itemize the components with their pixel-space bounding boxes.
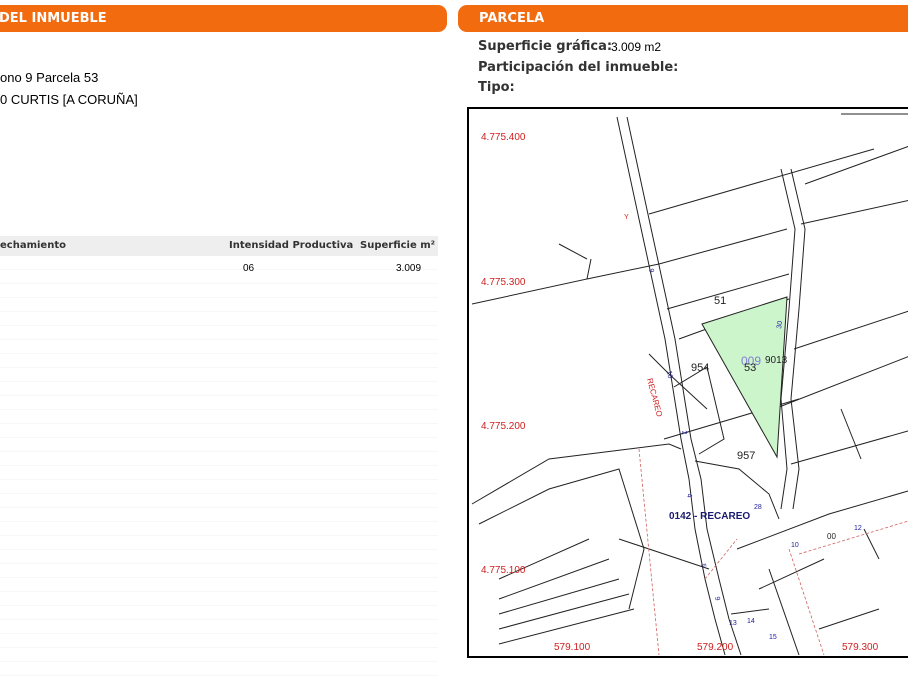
table-header: echamiento Intensidad Productiva Superfi…: [0, 236, 438, 256]
boundary: [758, 558, 825, 590]
road-marker: 9: [713, 596, 721, 601]
road-marker: 30: [776, 320, 784, 329]
boundary: [730, 608, 770, 615]
surface-label: Superficie gráfica:: [478, 39, 613, 54]
participation-label: Participación del inmueble:: [478, 60, 679, 75]
road-edge-east: [626, 116, 742, 656]
road-marker: 15: [769, 634, 777, 641]
surface-value: 3.009 m2: [611, 40, 662, 54]
boundary: [658, 228, 788, 265]
road-marker: Y: [624, 214, 629, 221]
type-label: Tipo:: [478, 80, 515, 95]
road-name-label: RECAREO: [645, 377, 664, 418]
y-coord-label: 4.775.200: [481, 421, 526, 432]
boundary: [558, 243, 588, 260]
table-body-background: [0, 256, 438, 681]
boundary: [790, 430, 908, 465]
road-marker: 9: [647, 268, 655, 273]
boundary: [768, 568, 800, 656]
road-marker: 10: [665, 370, 673, 379]
parcela-section-title: PARCELA: [479, 11, 545, 26]
boundary: [840, 408, 862, 460]
boundary: [618, 538, 710, 570]
boundary: [736, 490, 908, 550]
boundary: [800, 200, 908, 225]
road-marker: 14: [747, 618, 755, 625]
y-coord-label: 4.775.100: [481, 565, 526, 576]
boundary: [498, 593, 630, 630]
cadastral-map-svg: 4.775.400 4.775.300 4.775.200 4.775.100 …: [471, 113, 908, 656]
cultivation-table: echamiento Intensidad Productiva Superfi…: [0, 236, 438, 681]
cadastral-map[interactable]: 4.775.400 4.775.300 4.775.200 4.775.100 …: [467, 107, 908, 658]
parcel-number: 9013: [765, 355, 788, 366]
parcel-number: 53: [744, 362, 756, 374]
dashed-boundary: [788, 548, 825, 656]
dashed-boundary: [704, 538, 738, 580]
col-header-intensidad: Intensidad Productiva: [229, 240, 354, 251]
boundary: [793, 310, 908, 350]
parcel-number: 51: [714, 295, 726, 307]
boundary: [818, 608, 880, 630]
col-header-aprovechamiento: echamiento: [0, 240, 66, 251]
boundary: [471, 443, 682, 505]
x-coord-label: 579.200: [697, 642, 734, 653]
inmueble-section-header: DEL INMUEBLE: [0, 5, 447, 32]
inmueble-section-title: DEL INMUEBLE: [0, 11, 107, 26]
road-marker: 12: [854, 525, 862, 532]
location-line-2: 0 CURTIS [A CORUÑA]: [0, 92, 138, 107]
boundary: [498, 578, 620, 615]
place-name-label: 0142 - RECAREO: [669, 511, 750, 522]
x-coord-label: 579.300: [842, 642, 879, 653]
location-line-1: ono 9 Parcela 53: [0, 70, 99, 85]
parcel-number: 00: [827, 532, 836, 541]
y-coord-label: 4.775.400: [481, 132, 526, 143]
parcel-number: 954: [691, 362, 709, 374]
x-coord-label: 579.100: [554, 642, 591, 653]
col-header-superficie: Superficie m²: [360, 240, 436, 251]
road-marker: 13: [729, 620, 737, 627]
row-intensity: 06: [243, 263, 255, 274]
y-coord-label: 4.775.300: [481, 277, 526, 288]
road-marker: 28: [754, 504, 762, 511]
road-marker: 10: [791, 542, 799, 549]
parcela-section-header: PARCELA: [458, 5, 908, 32]
dashed-boundary: [638, 448, 660, 656]
boundary: [648, 148, 875, 215]
highlighted-parcel[interactable]: [701, 296, 788, 459]
row-surface: 3.009: [396, 263, 422, 274]
boundary: [498, 608, 635, 645]
road-marker: 2: [680, 430, 688, 435]
parcel-number: 957: [737, 450, 755, 462]
